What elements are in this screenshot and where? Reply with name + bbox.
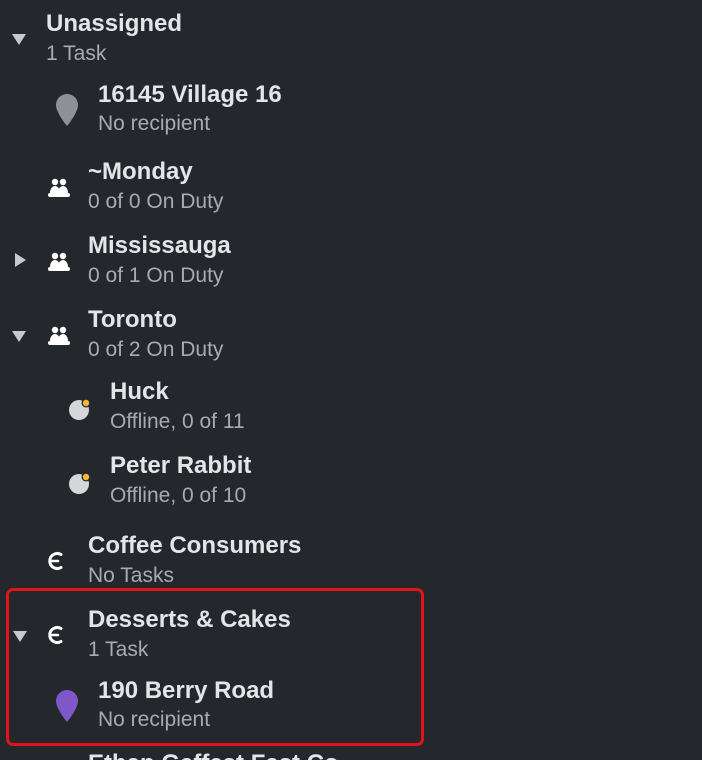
task-list-panel: Unassigned 1 Task 16145 Village 16 No re… [0,0,702,760]
triangle-down-icon[interactable] [11,31,27,47]
triangle-down-icon[interactable] [11,328,27,344]
hub-icon [46,550,68,572]
team-icon [47,176,71,200]
team-title: Toronto [88,306,177,333]
worker-status: Offline, 0 of 10 [110,484,247,507]
team-duty-count: 0 of 0 On Duty [88,190,224,213]
worker-status: Offline, 0 of 11 [110,410,245,433]
worker-name: Huck [110,378,169,405]
hub-partial-row[interactable]: Ethan Gaffest Fast Co... [0,748,702,760]
worker-name: Peter Rabbit [110,452,252,479]
team-duty-count: 0 of 2 On Duty [88,338,224,361]
hub-coffee-consumers[interactable]: Coffee Consumers No Tasks [0,530,702,594]
team-duty-count: 0 of 1 On Duty [88,264,224,287]
worker-peter-rabbit[interactable]: Peter Rabbit Offline, 0 of 10 [0,450,702,514]
team-monday[interactable]: ~Monday 0 of 0 On Duty [0,156,702,220]
hub-title: Desserts & Cakes [88,606,291,633]
task-recipient: No recipient [98,708,211,731]
hub-title: Coffee Consumers [88,532,302,559]
team-toronto[interactable]: Toronto 0 of 2 On Duty [0,304,702,368]
triangle-right-icon[interactable] [12,252,28,268]
worker-offline-icon [68,396,94,422]
triangle-down-icon[interactable] [12,628,28,644]
worker-offline-icon [68,470,94,496]
group-unassigned[interactable]: Unassigned 1 Task [0,0,702,70]
map-pin-icon [56,94,78,126]
group-subtitle: 1 Task [46,42,107,65]
task-title: 16145 Village 16 [98,81,282,108]
task-title: 190 Berry Road [98,677,275,704]
group-title: Unassigned [46,10,183,37]
task-row[interactable]: 16145 Village 16 No recipient [0,78,702,142]
team-title: ~Monday [88,158,193,185]
hub-desserts-cakes[interactable]: Desserts & Cakes 1 Task [0,604,702,668]
hub-icon [46,624,68,646]
hub-task-count: No Tasks [88,564,174,587]
task-row[interactable]: 190 Berry Road No recipient [0,674,702,738]
team-icon [47,324,71,348]
team-title: Mississauga [88,232,231,259]
task-recipient: No recipient [98,112,211,135]
worker-huck[interactable]: Huck Offline, 0 of 11 [0,376,702,440]
team-mississauga[interactable]: Mississauga 0 of 1 On Duty [0,230,702,294]
team-icon [47,250,71,274]
map-pin-icon [56,690,78,722]
hub-title: Ethan Gaffest Fast Co... [88,750,359,760]
hub-task-count: 1 Task [88,638,149,661]
